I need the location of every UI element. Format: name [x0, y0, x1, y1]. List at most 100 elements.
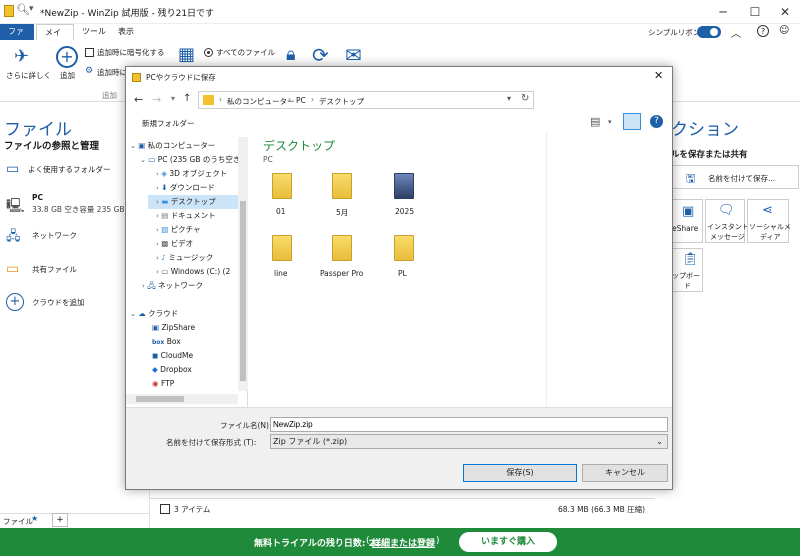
expand-arrow-icon: ⌄ [130, 310, 136, 318]
tree-item-documents[interactable]: › ▤ ドキュメント [156, 209, 216, 223]
tree-item-dropbox[interactable]: ◆ Dropbox [152, 363, 192, 377]
convert-icon[interactable]: ⟳ [312, 43, 329, 67]
breadcrumb-dropdown-icon[interactable]: ▾ [507, 94, 511, 103]
zipshare-button[interactable]: ▣ eShare [669, 199, 703, 243]
tree-item-windows-drive[interactable]: › ▭ Windows (C:) (2 [156, 265, 230, 279]
tree-vertical-scrollbar[interactable] [238, 137, 248, 391]
dialog-close-icon[interactable]: ✕ [654, 69, 663, 82]
item-count: 3 アイテム [174, 505, 211, 514]
tree-item-network[interactable]: › 🖧 ネットワーク [142, 279, 203, 293]
tree-item-pictures[interactable]: › ▧ ピクチャ [156, 223, 201, 237]
tree-item-zipshare[interactable]: ▣ ZipShare [152, 321, 195, 335]
tree-item-videos[interactable]: › ▩ ビデオ [156, 237, 193, 251]
close-button[interactable]: ✕ [770, 2, 800, 22]
encrypt-lock-icon[interactable]: 🔒︎ [286, 44, 296, 65]
tree-item-3d-objects[interactable]: › ◈ 3D オブジェクト [156, 167, 227, 181]
all-files-radio[interactable] [204, 48, 213, 57]
add-tab-button[interactable]: + [52, 513, 68, 527]
file-item[interactable]: 5月 [326, 173, 360, 217]
search-icon[interactable]: 🔍︎ [16, 3, 30, 16]
scrollbar-thumb[interactable] [136, 396, 184, 402]
tree-item-cloud[interactable]: ⌄ ☁ クラウド [130, 307, 178, 321]
folder-icon: ▭ [6, 161, 20, 177]
cancel-button[interactable]: キャンセル [582, 464, 668, 482]
tab-view[interactable]: 表示 [110, 24, 142, 40]
file-item[interactable]: line [266, 235, 300, 279]
view-dropdown-icon[interactable]: ▾ [608, 118, 612, 126]
collapse-arrow-icon: › [156, 170, 159, 178]
bottom-tab-files[interactable]: ファイル [3, 516, 33, 527]
buy-now-button[interactable]: いますぐ購入 [459, 532, 557, 552]
clipboard-button[interactable]: 📋︎ ップボー ド [669, 248, 703, 292]
email-icon[interactable]: ✉ [345, 43, 362, 67]
collapse-ribbon-icon[interactable]: ︿ [731, 25, 741, 40]
file-item[interactable]: 01 [266, 173, 300, 217]
breadcrumb-item[interactable]: 私のコンピューター [227, 96, 295, 107]
dropbox-icon: ◆ [152, 365, 158, 374]
breadcrumb[interactable]: › 私のコンピューター › PC › デスクトップ › ▾ ↻ [198, 91, 534, 109]
tree-item-downloads[interactable]: › ⬇ ダウンロード [156, 181, 215, 195]
back-icon[interactable]: ← [134, 93, 143, 106]
window-title: *NewZip - WinZip 試用版 - 残り21日です [40, 9, 215, 19]
tab-tools[interactable]: ツール [74, 24, 114, 40]
tab-main[interactable]: メイン [36, 24, 74, 53]
drive-icon: ▭ [161, 267, 169, 276]
tree-label: FTP [160, 379, 175, 388]
unzip-icon[interactable]: ▦ [178, 44, 195, 65]
maximize-button[interactable]: ☐ [740, 2, 770, 22]
tab-file[interactable]: ファイル [0, 24, 34, 52]
tree-item-desktop[interactable]: › ▬ デスクトップ [148, 195, 240, 209]
add-cloud-icon: + [6, 293, 24, 311]
encrypt-checkbox[interactable] [85, 48, 94, 57]
breadcrumb-item[interactable]: PC [296, 96, 306, 105]
save-as-button[interactable]: 🖫 名前を付けて保存... [669, 165, 799, 189]
tree-item-music[interactable]: › ♪ ミュージック [156, 251, 213, 265]
tree-item-ftp[interactable]: ◉ FTP [152, 377, 174, 391]
new-folder-button[interactable]: 新規フォルダー [142, 118, 195, 129]
view-options-icon[interactable]: ▤ [590, 115, 600, 128]
tree-item-cloudme[interactable]: ◼ CloudMe [152, 349, 193, 363]
save-button[interactable]: 保存(S) [463, 464, 577, 482]
simple-ribbon-toggle[interactable] [697, 26, 721, 38]
forward-icon[interactable]: → [152, 93, 161, 106]
up-icon[interactable]: ↑ [183, 93, 191, 104]
add-options-icon[interactable]: ⚙ [85, 66, 93, 76]
scrollbar-thumb[interactable] [240, 201, 246, 381]
details-register-link[interactable]: 詳細または登録 [372, 536, 435, 549]
select-all-checkbox[interactable] [160, 504, 170, 514]
tree-item-pc[interactable]: ⌄ ▭ PC (235 GB のうち空き [140, 153, 240, 167]
dialog-help-icon[interactable]: ? [650, 115, 663, 128]
help-icon[interactable]: ? [757, 25, 769, 37]
instant-message-button[interactable]: 🗨 インスタント メッセージ [705, 199, 749, 243]
file-item[interactable]: 2025 [388, 173, 422, 217]
add-cloud-label: クラウドを追加 [32, 298, 85, 307]
encrypt-label: 追加時に暗号化する [97, 48, 165, 57]
expand-arrow-icon: ⌄ [130, 142, 136, 150]
status-row: 3 アイテム 68.3 MB (66.3 MB 圧縮) [150, 498, 655, 520]
folder-heading: デスクトップ [263, 139, 336, 153]
preview-pane-button[interactable] [623, 113, 641, 130]
emoji-feedback-icon[interactable]: ☺ [779, 25, 789, 36]
file-item[interactable]: PL [388, 235, 422, 279]
more-info-icon[interactable]: ✈ [14, 46, 29, 67]
filename-input[interactable] [270, 417, 668, 432]
save-type-label: 名前を付けて保存形式 (T): [166, 438, 257, 447]
save-type-select[interactable]: Zip ファイル (*.zip) ⌄ [270, 434, 668, 449]
tree-label: Box [166, 337, 181, 346]
quick-access-dropdown-icon[interactable]: ▾ [29, 4, 34, 14]
preview-pane [546, 131, 651, 406]
social-media-button[interactable]: ⋖ ソーシャルメ ディア [747, 199, 791, 243]
refresh-icon[interactable]: ↻ [521, 93, 529, 104]
breadcrumb-item[interactable]: デスクトップ [319, 96, 364, 107]
file-name: line [274, 269, 288, 278]
recent-dropdown-icon[interactable]: ▾ [171, 94, 175, 103]
add-icon[interactable]: + [56, 46, 78, 68]
tree-horizontal-scrollbar[interactable] [126, 394, 238, 404]
pin-icon[interactable]: ★ [31, 514, 38, 523]
tree-item-box[interactable]: box Box [152, 335, 181, 349]
file-item[interactable]: Passper Pro [318, 235, 368, 279]
tree-label: ミュージック [168, 253, 214, 262]
breadcrumb-sep: › [361, 95, 364, 104]
minimize-button[interactable]: ─ [708, 2, 738, 22]
tree-item-my-computer[interactable]: ⌄ ▣ 私のコンピューター [130, 139, 215, 153]
